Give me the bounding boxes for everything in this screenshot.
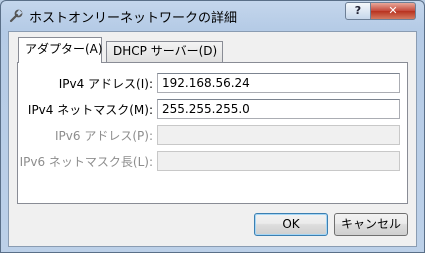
close-button[interactable]: ✕: [370, 2, 416, 20]
ipv6-prefix-length-field: [157, 151, 400, 171]
ipv6-address-label: IPv6 アドレス(P):: [55, 129, 153, 143]
wrench-icon: [9, 9, 23, 23]
title-bar[interactable]: ホストオンリーネットワークの詳細 ? ✕: [1, 1, 424, 31]
adapter-panel: IPv4 アドレス(I): 192.168.56.24 IPv4 ネットマスク(…: [17, 62, 408, 204]
ipv4-netmask-field[interactable]: 255.255.255.0: [157, 99, 400, 119]
dialog-window: ホストオンリーネットワークの詳細 ? ✕ アダプター(A) DHCP サーバー(…: [0, 0, 425, 253]
tab-dhcp-server[interactable]: DHCP サーバー(D): [106, 41, 223, 62]
dialog-body: アダプター(A) DHCP サーバー(D) IPv4 アドレス(I): 192.…: [8, 31, 417, 247]
help-button[interactable]: ?: [345, 2, 371, 20]
ipv4-address-field[interactable]: 192.168.56.24: [157, 73, 400, 93]
tab-adapter[interactable]: アダプター(A): [18, 37, 103, 63]
ipv4-address-label: IPv4 アドレス(I):: [58, 77, 153, 91]
ipv4-netmask-label: IPv4 ネットマスク(M):: [27, 103, 153, 117]
cancel-button[interactable]: キャンセル: [334, 213, 408, 236]
ipv6-prefix-length-label: IPv6 ネットマスク長(L):: [19, 155, 153, 169]
window-title: ホストオンリーネットワークの詳細: [29, 11, 238, 26]
ipv6-address-field: [157, 125, 400, 145]
ok-button[interactable]: OK: [254, 213, 328, 236]
